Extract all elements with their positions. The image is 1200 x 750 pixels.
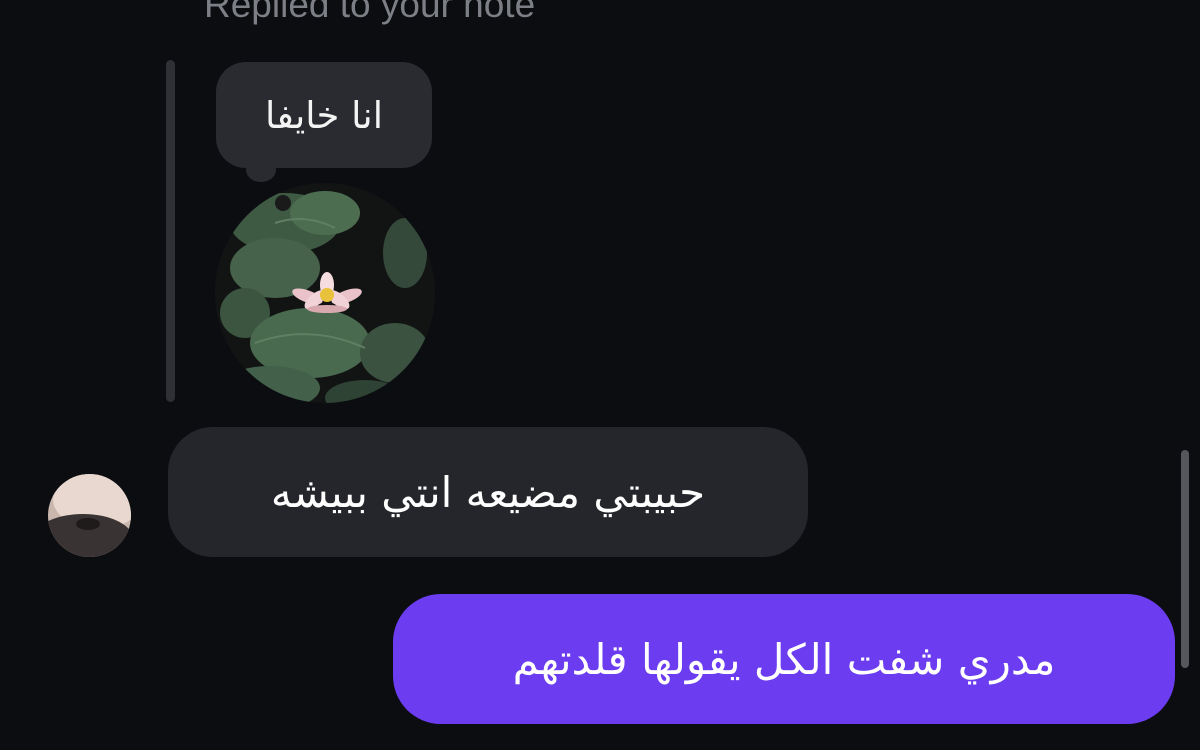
incoming-message-bubble[interactable]: حبيبتي مضيعه انتي ببيشه xyxy=(168,427,808,557)
note-bubble-tail xyxy=(246,158,276,182)
note-profile-photo[interactable] xyxy=(215,183,435,403)
contact-avatar-icon xyxy=(48,474,131,557)
avatar[interactable] xyxy=(48,474,131,557)
note-bubble[interactable]: انا خايفا xyxy=(216,62,432,168)
water-lily-photo-icon xyxy=(215,183,435,403)
reply-context-label: Replied to your note xyxy=(204,0,536,25)
outgoing-message-text: مدري شفت الكل يقولها قلدتهم xyxy=(512,634,1056,684)
note-text: انا خايفا xyxy=(264,93,384,137)
reply-quote-bar xyxy=(166,60,175,402)
scrollbar[interactable] xyxy=(1181,450,1189,668)
outgoing-message-bubble[interactable]: مدري شفت الكل يقولها قلدتهم xyxy=(393,594,1175,724)
incoming-message-text: حبيبتي مضيعه انتي ببيشه xyxy=(270,467,706,517)
